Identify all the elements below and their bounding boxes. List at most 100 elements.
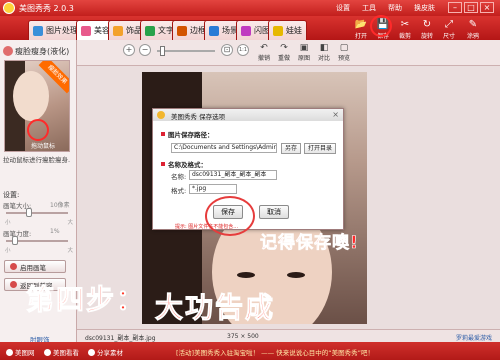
undo-button[interactable]: ↶ 撤销 (255, 43, 273, 62)
tick-large: 大 (67, 220, 73, 226)
tool-label: 尺寸 (442, 33, 455, 40)
tool-label: 原图 (297, 55, 310, 62)
undo-icon: ↶ (260, 43, 268, 53)
brush-strength-value: 1% (50, 228, 60, 235)
tab-label: 娃娃 (286, 26, 302, 35)
heading-text: 图片保存路径： (168, 131, 214, 139)
heading-text: 名称及格式： (168, 161, 207, 169)
zoom-slider-knob[interactable] (160, 46, 165, 56)
tool-label: 裁剪 (398, 33, 411, 40)
tick-large: 大 (67, 248, 73, 254)
format-select[interactable]: *.jpg (189, 184, 237, 194)
save-path-input[interactable]: C:\Documents and Settings\Admin (171, 143, 277, 153)
preview-button[interactable]: ▢ 预览 (335, 43, 353, 62)
app-logo-icon (157, 111, 165, 119)
panel-description: 拉动鼠标进行瘦脸瘦身. (3, 156, 71, 164)
save-path-heading: 图片保存路径： (161, 129, 214, 139)
tool-label: 旋转 (420, 33, 433, 40)
tool-label: 对比 (317, 55, 330, 62)
tool-label: 预览 (337, 55, 350, 62)
rotate-button[interactable]: ↻ 旋转 (416, 19, 438, 40)
app-window: 美图秀秀 2.0.3 设置 工具 帮助 换皮肤 – □ × 图片处理 美容 饰品… (0, 0, 500, 360)
tick-small: 小 (5, 220, 11, 226)
settings-label: 设置: (3, 191, 20, 199)
original-button[interactable]: ▣ 原图 (295, 43, 313, 62)
status-dimensions: 375 × 500 (227, 333, 259, 340)
bottom-bar: 美图网 美图看看 分享素材 [活动]美图秀秀入驻淘宝啦！ —— 快来说说心目中的… (0, 342, 500, 360)
menu-item-skin[interactable]: 换皮肤 (414, 3, 435, 13)
maximize-button[interactable]: □ (464, 2, 478, 13)
brush-icon: ✎ (468, 19, 478, 30)
zoom-slider[interactable] (157, 46, 215, 56)
dialog-cancel-button[interactable]: 取消 (259, 205, 289, 219)
zoom-out-button[interactable]: − (139, 44, 151, 56)
preview-icon: ▢ (339, 43, 349, 53)
brush-size-value: 10像素 (50, 202, 70, 209)
brush-strength-ticks: 小 大 (5, 246, 73, 254)
minimize-button[interactable]: – (448, 2, 462, 13)
annotation-step-four: 第四步： (25, 283, 147, 317)
brush-strength-slider[interactable] (6, 236, 68, 245)
title-bar: 美图秀秀 2.0.3 设置 工具 帮助 换皮肤 – □ × (0, 0, 500, 16)
panel-header: 瘦脸瘦身(液化) (0, 44, 77, 58)
accessory-icon (113, 25, 123, 36)
doodle-button[interactable]: ✎ 涂鸦 (462, 19, 484, 40)
dialog-close-icon[interactable]: × (332, 110, 339, 119)
save-button-highlight (205, 196, 255, 236)
name-format-heading: 名称及格式： (161, 159, 207, 169)
meitu-icon (6, 348, 13, 356)
panel-title: 瘦脸瘦身(液化) (15, 46, 70, 56)
share-icon (88, 348, 95, 356)
bottom-link-meitu[interactable]: 美图网 (6, 347, 35, 357)
brush-icon (10, 263, 17, 270)
brush-size-slider-knob[interactable] (26, 208, 32, 217)
thumb-circle (27, 119, 49, 141)
file-name-input[interactable]: dsc09131_副本_副本_副本 (189, 170, 277, 180)
beauty-icon (81, 25, 91, 36)
compare-icon: ◧ (319, 43, 329, 53)
status-bar: dsc09131_副本_副本.jpg 375 × 500 罗莉最爱游戏 (77, 329, 500, 342)
tab-photo-edit[interactable]: 图片处理 (28, 20, 83, 40)
tool-label: 涂鸦 (466, 33, 479, 40)
brush-strength-slider-knob[interactable] (12, 236, 18, 245)
back-icon (10, 281, 17, 288)
actual-size-button[interactable]: 1:1 (237, 44, 249, 56)
brush-size-ticks: 小 大 (5, 218, 73, 226)
fit-window-button[interactable]: ⊡ (221, 44, 233, 56)
rotate-icon: ↻ (422, 19, 432, 30)
bottom-link-viewer[interactable]: 美图看看 (44, 347, 79, 357)
thumb-caption: 拖动鼠标 (31, 143, 56, 150)
frame-icon (177, 25, 187, 36)
menu-item-help[interactable]: 帮助 (388, 3, 402, 13)
menu-item-settings[interactable]: 设置 (336, 3, 350, 13)
dialog-title: 美图秀秀 保存选项 (171, 113, 226, 121)
resize-button[interactable]: ⤢ 尺寸 (438, 19, 460, 40)
tab-doll[interactable]: 娃娃 (268, 20, 307, 40)
bottom-link-share[interactable]: 分享素材 (88, 347, 123, 357)
close-button[interactable]: × (480, 2, 494, 13)
open-folder-button[interactable]: 打开目录 (304, 143, 336, 154)
button-label: 启用画笔 (20, 263, 46, 272)
tool-label: 打开 (354, 33, 367, 40)
scene-icon (209, 25, 219, 36)
save-highlight-circle (370, 15, 392, 37)
tick-small: 小 (5, 248, 11, 254)
menu-item-tools[interactable]: 工具 (362, 3, 376, 13)
top-menu: 设置 工具 帮助 换皮肤 (336, 3, 435, 13)
zoom-in-button[interactable]: + (123, 44, 135, 56)
viewer-icon (44, 348, 51, 356)
enable-brush-button[interactable]: 启用画笔 (4, 260, 66, 273)
app-logo-icon (3, 2, 15, 14)
compare-button[interactable]: ◧ 对比 (315, 43, 333, 62)
crop-button[interactable]: ✂ 裁剪 (394, 19, 416, 40)
status-promo-link[interactable]: 罗莉最爱游戏 (456, 333, 492, 342)
photo-eye-left (237, 272, 255, 278)
thumb-face (13, 71, 49, 121)
brush-size-slider[interactable] (6, 208, 68, 217)
save-as-button[interactable]: 另存 (281, 143, 301, 154)
open-button[interactable]: 📂 打开 (350, 19, 372, 40)
name-label: 名称: (171, 173, 187, 181)
redo-button[interactable]: ↷ 重做 (275, 43, 293, 62)
bullet-icon (161, 162, 165, 166)
news-ticker[interactable]: [活动]美图秀秀入驻淘宝啦！ —— 快来说说心目中的“美图秀秀”吧！ (176, 347, 374, 357)
